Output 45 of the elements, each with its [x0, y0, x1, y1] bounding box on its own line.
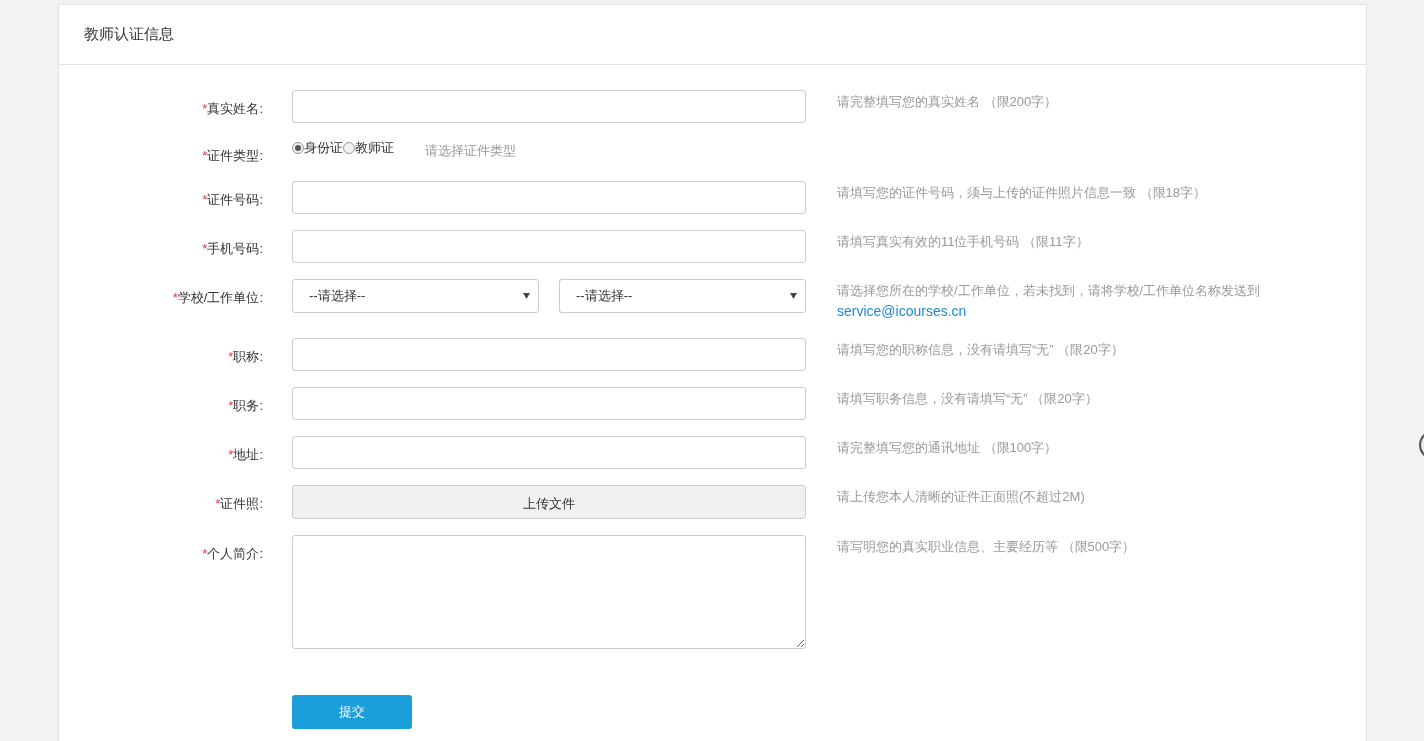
- caret-icon: [523, 293, 530, 299]
- hint-text: 请写明您的真实职业信息、主要经历等 （限500字）: [837, 539, 1136, 554]
- hint-text: 请填写您的职称信息，没有请填写“无” （限20字）: [837, 342, 1124, 357]
- caret-icon: [790, 293, 797, 299]
- field-label: 个人简介:: [207, 544, 263, 563]
- input-field[interactable]: [292, 230, 806, 263]
- hint-text: 请完整填写您的真实姓名 （限200字）: [837, 94, 1058, 109]
- field-label: 学校/工作单位:: [177, 288, 263, 307]
- required-mark: *: [172, 288, 178, 307]
- field-label: 证件照:: [220, 494, 263, 513]
- email-link[interactable]: service@icourses.cn: [837, 303, 967, 319]
- required-mark: *: [202, 239, 208, 258]
- input-field[interactable]: [292, 436, 806, 469]
- radio-option[interactable]: 教师证: [343, 138, 394, 158]
- field-label: 手机号码:: [207, 239, 263, 258]
- input-field[interactable]: [292, 90, 806, 123]
- hint-text: 请选择您所在的学校/工作单位，若未找到，请将学校/工作单位名称发送到 service@icourses.cn: [837, 283, 1261, 319]
- required-mark: *: [202, 147, 208, 166]
- input-field[interactable]: [292, 338, 806, 371]
- select-dropdown[interactable]: --请选择--: [292, 279, 539, 313]
- hint-text: 请填写职务信息，没有请填写“无” （限20字）: [837, 391, 1098, 406]
- field-label: 证件类型:: [207, 147, 263, 166]
- hint-text: 请选择证件类型: [425, 143, 516, 158]
- field-label: 证件号码:: [207, 190, 263, 209]
- hint-text: 请上传您本人清晰的证件正面照(不超过2M): [837, 489, 1085, 504]
- hint-text: 请填写真实有效的11位手机号码 （限11字）: [837, 234, 1089, 249]
- hint-text: 请完整填写您的通讯地址 （限100字）: [837, 440, 1058, 455]
- required-mark: *: [202, 544, 208, 563]
- radio-option[interactable]: 身份证: [292, 138, 343, 158]
- input-field[interactable]: [292, 387, 806, 420]
- card-title: 教师认证信息: [84, 24, 174, 45]
- textarea-field[interactable]: [292, 535, 806, 649]
- upload-button[interactable]: 上传文件: [292, 485, 806, 519]
- required-mark: *: [228, 396, 234, 415]
- field-label: 职务:: [233, 396, 263, 415]
- input-field[interactable]: [292, 181, 806, 214]
- required-mark: *: [202, 190, 208, 209]
- field-label: 真实姓名:: [207, 99, 263, 118]
- required-mark: *: [228, 445, 234, 464]
- required-mark: *: [228, 347, 234, 366]
- required-mark: *: [202, 99, 208, 118]
- field-label: 职称:: [233, 347, 263, 366]
- select-dropdown[interactable]: --请选择--: [559, 279, 806, 313]
- field-label: 地址:: [233, 445, 263, 464]
- required-mark: *: [215, 494, 221, 513]
